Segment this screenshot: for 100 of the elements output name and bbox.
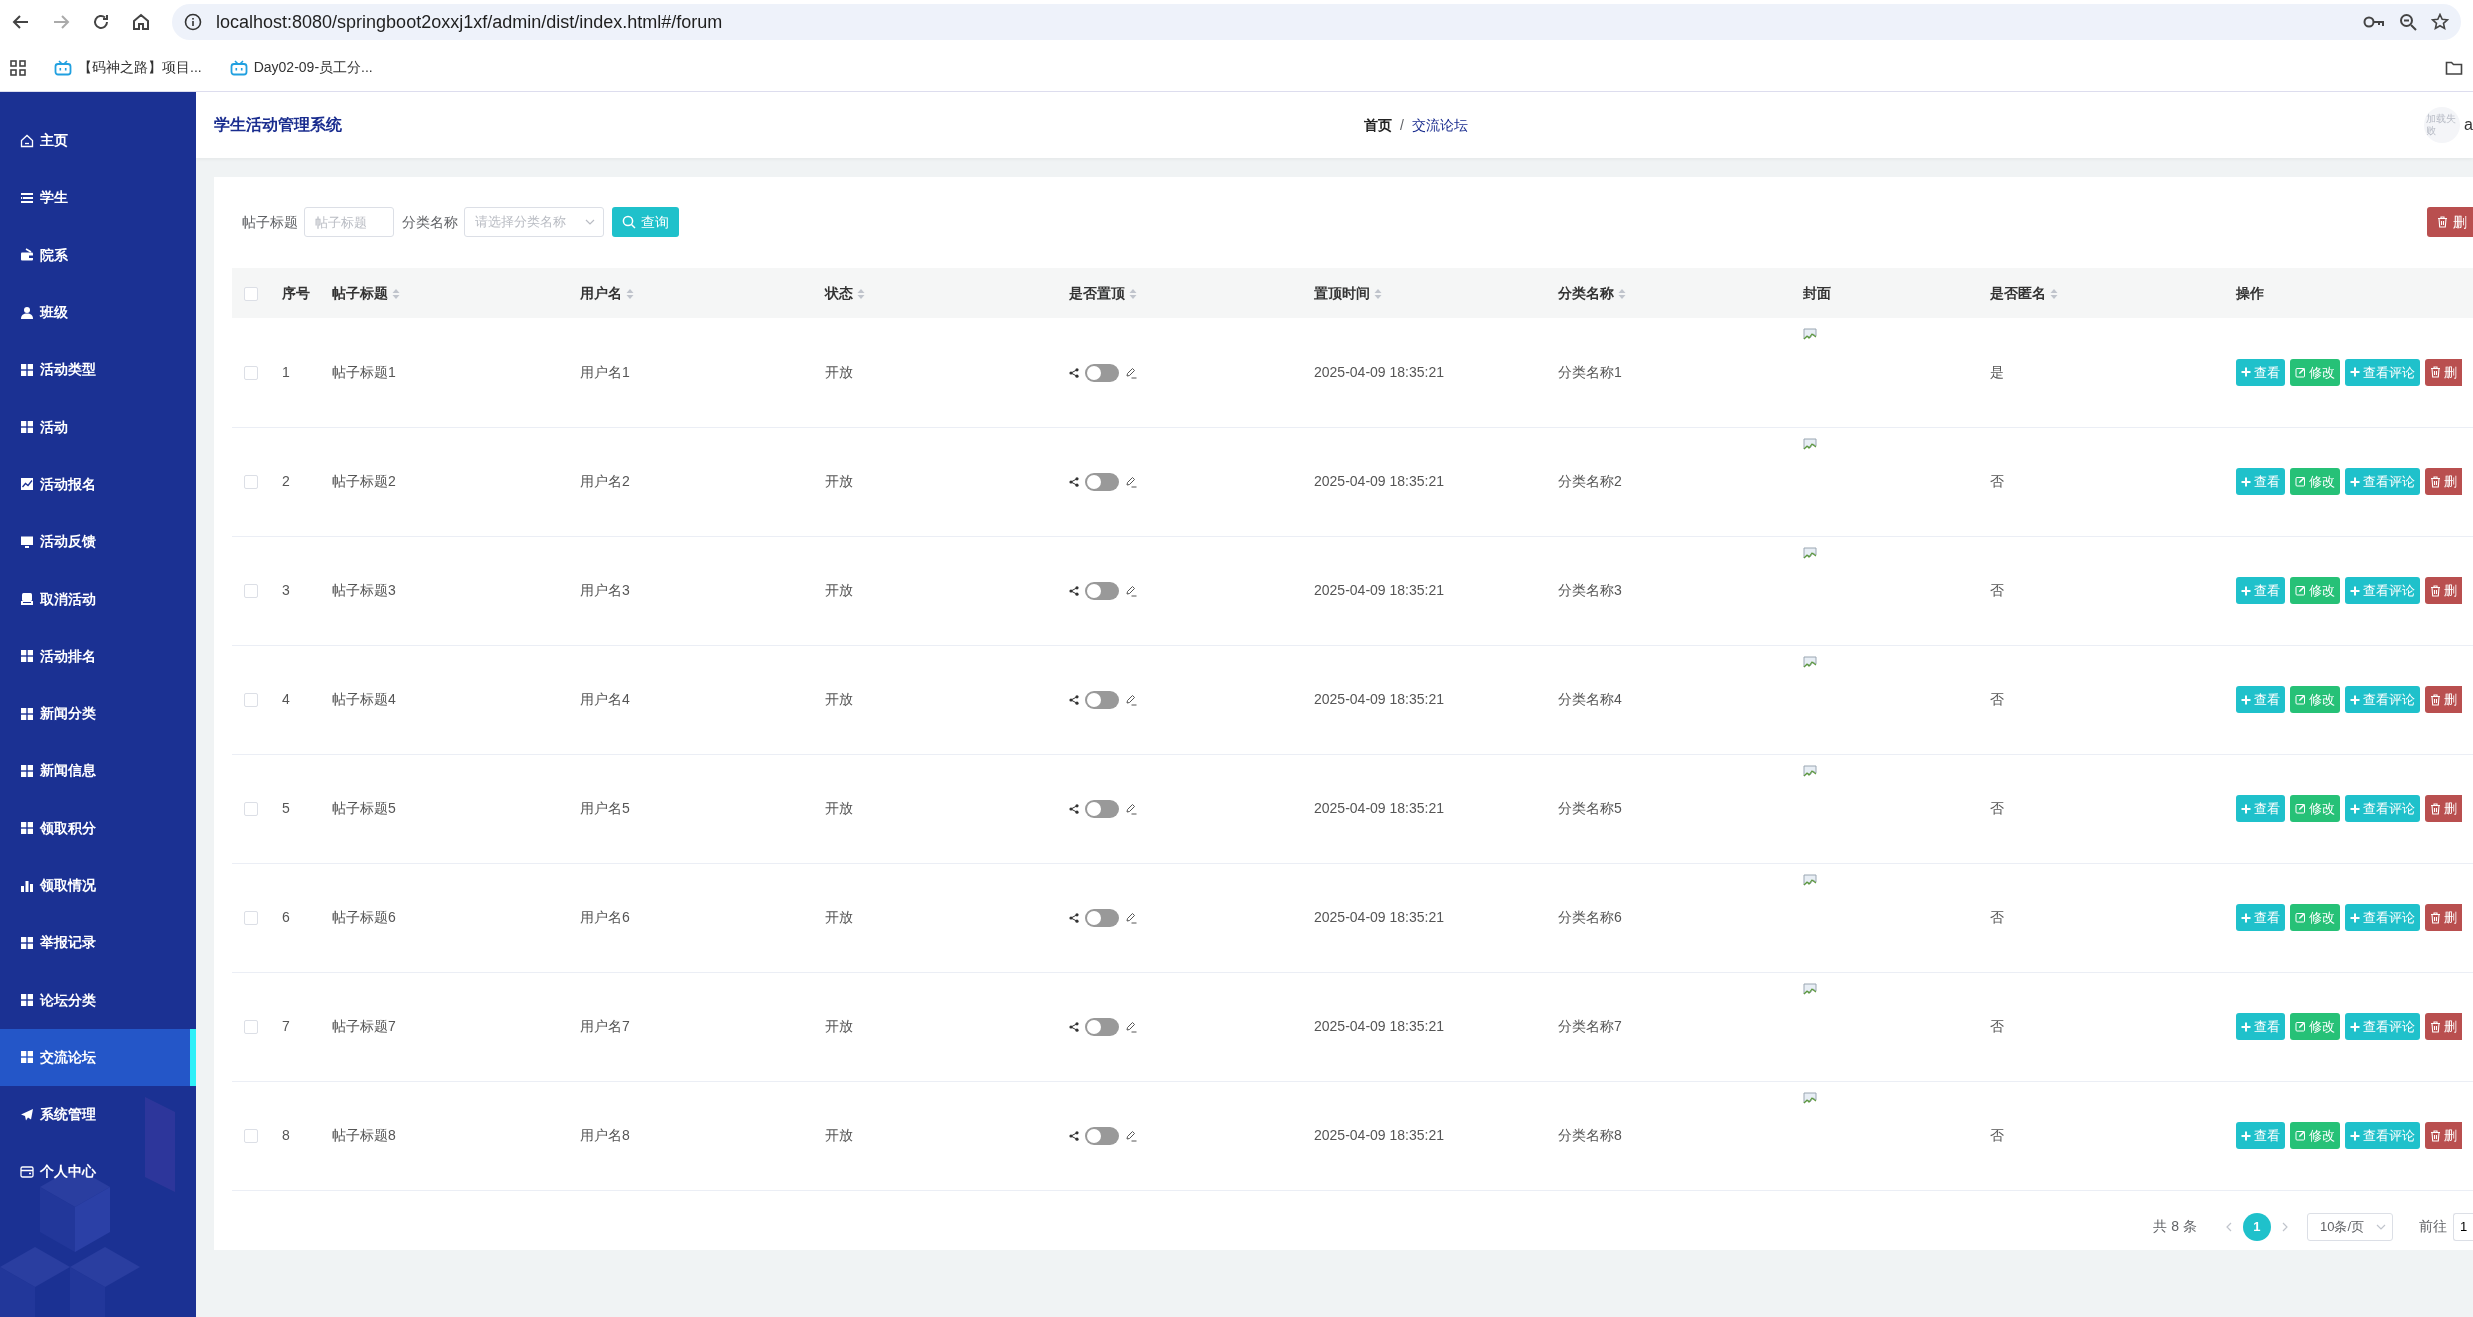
trash-icon — [2437, 216, 2448, 228]
grid-icon — [20, 1050, 34, 1065]
row-checkbox[interactable] — [244, 802, 258, 817]
column-header[interactable]: 分类名称 — [1546, 268, 1791, 318]
key-icon[interactable] — [2363, 14, 2385, 30]
bookmark-item[interactable]: 【码神之路】项目... — [54, 57, 202, 78]
delete-button[interactable]: 删 — [2425, 577, 2462, 604]
page-size-select[interactable]: 10条/页 — [2306, 1212, 2393, 1241]
star-icon[interactable] — [2431, 13, 2449, 31]
next-page-icon[interactable] — [2280, 1221, 2289, 1232]
column-header[interactable]: 用户名 — [568, 268, 813, 318]
pin-toggle[interactable] — [1085, 582, 1119, 601]
sidebar-item[interactable]: 新闻信息 — [0, 742, 196, 800]
grid-icon — [20, 821, 34, 836]
sort-icon[interactable] — [626, 287, 634, 300]
sidebar-item[interactable]: 个人中心 — [0, 1143, 196, 1201]
column-header[interactable]: 是否匿名 — [1978, 268, 2224, 318]
pin-toggle[interactable] — [1085, 800, 1119, 819]
sort-icon[interactable] — [857, 287, 865, 300]
row-checkbox[interactable] — [244, 1020, 258, 1035]
sidebar-item[interactable]: 活动报名 — [0, 455, 196, 514]
table-cell: 开放 — [825, 363, 853, 380]
row-checkbox[interactable] — [244, 584, 258, 599]
broken-image-icon — [1803, 873, 1817, 888]
sort-icon[interactable] — [2050, 287, 2058, 300]
sidebar-item[interactable]: 活动反馈 — [0, 513, 196, 571]
pin-toggle[interactable] — [1085, 473, 1119, 492]
column-header[interactable]: 状态 — [813, 268, 1057, 318]
column-header[interactable]: 是否置顶 — [1057, 268, 1302, 318]
delete-button[interactable]: 删 — [2425, 358, 2462, 386]
delete-button[interactable]: 删 — [2425, 904, 2462, 931]
table-cell: 用户名4 — [580, 691, 630, 707]
sort-icon[interactable] — [1129, 287, 1137, 300]
sidebar-item[interactable]: 主页 — [0, 112, 196, 170]
title-input[interactable]: 帖子标题 — [304, 207, 394, 237]
reload-icon[interactable] — [92, 13, 110, 31]
sidebar-item[interactable]: 院系 — [0, 226, 196, 284]
pin-toggle[interactable] — [1085, 691, 1119, 710]
sidebar-item[interactable]: 领取情况 — [0, 856, 196, 915]
tv-icon — [229, 59, 248, 76]
delete-button[interactable]: 删 — [2425, 795, 2462, 822]
back-icon[interactable] — [12, 13, 30, 31]
sidebar-item[interactable]: 举报记录 — [0, 914, 196, 972]
row-checkbox[interactable] — [244, 911, 258, 926]
apps-icon[interactable] — [10, 59, 26, 76]
trash-icon — [2430, 475, 2441, 488]
forward-icon[interactable] — [52, 13, 70, 31]
sidebar-item[interactable]: 班级 — [0, 283, 196, 342]
page-input[interactable]: 1 — [2453, 1212, 2473, 1241]
sidebar-item[interactable]: 交流论坛 — [0, 1028, 196, 1087]
zoom-icon[interactable] — [2399, 13, 2417, 31]
field-label: 帖子标题 — [242, 212, 298, 232]
delete-button[interactable]: 删 — [2425, 686, 2462, 713]
delete-button[interactable]: 删 — [2425, 1013, 2462, 1040]
delete-button[interactable]: 删 — [2425, 468, 2462, 495]
username-text[interactable]: a — [2464, 113, 2473, 137]
home-icon[interactable] — [132, 13, 150, 31]
pin-toggle[interactable] — [1085, 1127, 1119, 1146]
sidebar-item[interactable]: 新闻分类 — [0, 684, 196, 743]
app-title: 学生活动管理系统 — [214, 115, 343, 135]
sort-icon[interactable] — [1618, 287, 1626, 300]
grid-icon — [20, 706, 34, 721]
goto-label: 前往 — [2419, 1217, 2447, 1236]
sidebar-item[interactable]: 取消活动 — [0, 570, 196, 628]
column-header[interactable]: 置顶时间 — [1302, 268, 1546, 318]
plus-icon — [2241, 585, 2251, 596]
prev-page-icon[interactable] — [2224, 1221, 2233, 1232]
wallet-icon — [20, 248, 34, 263]
edit-icon — [2295, 1021, 2306, 1032]
sidebar-item[interactable]: 活动类型 — [0, 341, 196, 399]
sidebar-item[interactable]: 系统管理 — [0, 1086, 196, 1144]
row-checkbox[interactable] — [244, 366, 258, 381]
plus-icon — [2350, 367, 2360, 378]
delete-button[interactable]: 删 — [2425, 1122, 2462, 1149]
table-cell: 2025-04-09 18:35:21 — [1314, 691, 1444, 707]
row-number: 2 — [282, 473, 290, 489]
bookmark-item[interactable]: Day02-09-员工分... — [229, 57, 373, 78]
plus-icon — [2350, 1130, 2360, 1141]
address-bar[interactable]: localhost:8080/springboot2oxxj1xf/admin/dist/index.html#/forum — [172, 4, 2461, 40]
sort-icon[interactable] — [1374, 287, 1382, 300]
sidebar-item[interactable]: 领取积分 — [0, 799, 196, 857]
sort-icon[interactable] — [392, 287, 400, 300]
sidebar-item[interactable]: 活动 — [0, 398, 196, 456]
column-header[interactable]: 帖子标题 — [320, 268, 568, 318]
pin-toggle[interactable] — [1085, 364, 1119, 383]
sidebar-item[interactable]: 论坛分类 — [0, 971, 196, 1029]
table-cell: 帖子标题4 — [332, 691, 396, 707]
grid-icon — [20, 420, 34, 435]
select-all-checkbox[interactable] — [244, 286, 258, 301]
sidebar-item[interactable]: 学生 — [0, 169, 196, 227]
breadcrumb-item[interactable]: 首页 — [1364, 114, 1392, 136]
folder-icon[interactable] — [2445, 59, 2463, 76]
row-checkbox[interactable] — [244, 693, 258, 708]
pin-toggle[interactable] — [1085, 909, 1119, 928]
pin-toggle[interactable] — [1085, 1018, 1119, 1037]
delete-button[interactable]: 删 — [2427, 207, 2473, 237]
sidebar-item[interactable]: 活动排名 — [0, 627, 196, 685]
row-checkbox[interactable] — [244, 475, 258, 490]
row-checkbox[interactable] — [244, 1129, 258, 1144]
table-cell: 帖子标题3 — [332, 582, 396, 598]
